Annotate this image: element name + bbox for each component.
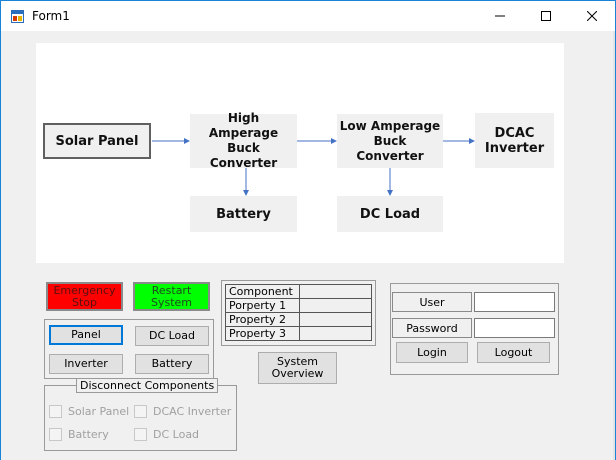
dcac-inverter-block: DCAC Inverter xyxy=(475,113,554,168)
checkbox-box[interactable] xyxy=(49,405,62,418)
checkbox-label: DCAC Inverter xyxy=(153,405,232,418)
checkbox-box[interactable] xyxy=(134,428,147,441)
dc-load-button[interactable]: DC Load xyxy=(135,326,209,346)
properties-table: Component Porperty 1 Property 2 Property… xyxy=(225,284,372,341)
minimize-button[interactable] xyxy=(477,1,523,31)
form-client-area: Solar Panel High Amperage Buck Converter… xyxy=(1,31,615,460)
table-row: Component xyxy=(225,284,372,299)
system-diagram: Solar Panel High Amperage Buck Converter… xyxy=(36,43,564,263)
dc-load-block: DC Load xyxy=(337,196,443,232)
maximize-button[interactable] xyxy=(523,1,569,31)
checkbox-solar-panel[interactable]: Solar Panel xyxy=(49,405,129,418)
window-title: Form1 xyxy=(32,9,70,23)
window-edge-shadow xyxy=(613,31,615,460)
close-icon xyxy=(587,11,597,21)
emergency-stop-button[interactable]: Emergency Stop xyxy=(46,282,123,311)
title-bar: Form1 xyxy=(1,1,615,31)
maximize-icon xyxy=(541,11,551,21)
high-buck-converter-block: High Amperage Buck Converter xyxy=(190,111,297,170)
table-row: Property 2 xyxy=(225,312,372,327)
logout-button[interactable]: Logout xyxy=(477,342,550,363)
minimize-icon xyxy=(495,15,505,17)
table-row: Porperty 1 xyxy=(225,298,372,313)
main-window: Form1 Solar Panel High Amperage Buck Con… xyxy=(0,0,616,460)
battery-button[interactable]: Battery xyxy=(135,354,209,374)
property-name-cell: Porperty 1 xyxy=(225,298,300,313)
app-icon xyxy=(11,10,24,23)
property-value-cell xyxy=(299,284,372,299)
login-button[interactable]: Login xyxy=(396,342,468,363)
checkbox-box[interactable] xyxy=(134,405,147,418)
checkbox-label: Solar Panel xyxy=(68,405,130,418)
property-name-cell: Component xyxy=(225,284,300,299)
password-label: Password xyxy=(392,318,472,338)
disconnect-group-title: Disconnect Components xyxy=(76,378,219,393)
password-input[interactable] xyxy=(474,318,555,338)
user-label: User xyxy=(392,292,472,312)
panel-button[interactable]: Panel xyxy=(49,325,123,345)
property-name-cell: Property 3 xyxy=(225,326,300,341)
checkbox-label: Battery xyxy=(68,428,109,441)
solar-panel-block: Solar Panel xyxy=(43,123,151,159)
system-overview-button[interactable]: System Overview xyxy=(258,352,337,384)
property-name-cell: Property 2 xyxy=(225,312,300,327)
property-value-cell xyxy=(299,312,372,327)
close-button[interactable] xyxy=(569,1,615,31)
low-buck-converter-block: Low Amperage Buck Converter xyxy=(337,114,443,168)
checkbox-box[interactable] xyxy=(49,428,62,441)
checkbox-label: DC Load xyxy=(153,428,200,441)
user-input[interactable] xyxy=(474,292,555,312)
restart-system-button[interactable]: Restart System xyxy=(133,282,210,311)
checkbox-dc-load[interactable]: DC Load xyxy=(134,428,199,441)
checkbox-battery[interactable]: Battery xyxy=(49,428,109,441)
inverter-button[interactable]: Inverter xyxy=(49,354,123,374)
property-value-cell xyxy=(299,326,372,341)
property-value-cell xyxy=(299,298,372,313)
disconnect-components-group: Disconnect Components xyxy=(44,378,237,451)
checkbox-dcac-inverter[interactable]: DCAC Inverter xyxy=(134,405,231,418)
battery-block: Battery xyxy=(190,196,297,232)
table-row: Property 3 xyxy=(225,326,372,341)
